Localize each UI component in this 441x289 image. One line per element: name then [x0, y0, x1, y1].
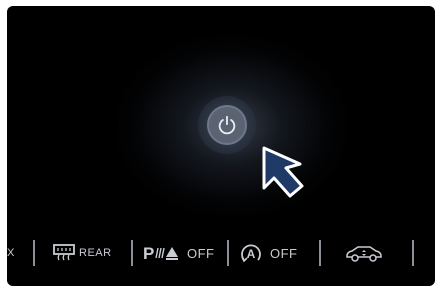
- separator: [412, 240, 414, 266]
- svg-text:P: P: [143, 244, 154, 263]
- partial-label: X: [7, 247, 15, 259]
- separator: [319, 240, 321, 266]
- cursor-arrow-icon: [262, 146, 304, 198]
- auto-start-stop-icon: A: [241, 244, 261, 263]
- auto-start-stop-button[interactable]: A OFF: [239, 240, 298, 266]
- rear-defrost-button[interactable]: REAR: [53, 240, 112, 266]
- rear-defrost-icon: [53, 244, 75, 261]
- rear-defrost-label: REAR: [79, 247, 112, 259]
- separator: [33, 240, 35, 266]
- infotainment-screen: X REAR P OFF A OFF: [7, 6, 435, 286]
- suspension-height-button[interactable]: [345, 240, 383, 266]
- partial-item[interactable]: X: [7, 240, 15, 266]
- power-button[interactable]: [207, 105, 247, 145]
- separator: [227, 240, 229, 266]
- power-icon: [218, 115, 236, 135]
- svg-text:A: A: [247, 247, 256, 261]
- bottom-control-bar: X REAR P OFF A OFF: [7, 226, 435, 281]
- separator: [131, 240, 133, 266]
- park-assist-label: OFF: [187, 245, 215, 261]
- auto-start-stop-label: OFF: [270, 245, 298, 261]
- car-height-icon: [346, 246, 382, 262]
- park-assist-button[interactable]: P OFF: [143, 240, 215, 266]
- park-assist-icon: P: [143, 244, 178, 263]
